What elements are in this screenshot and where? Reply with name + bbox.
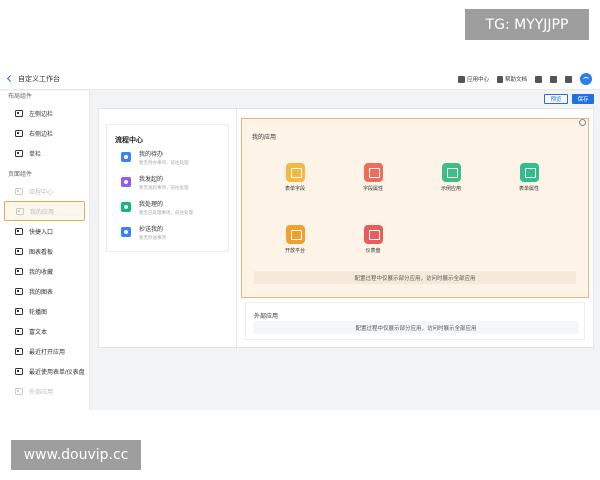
save-button[interactable]: 保存 <box>572 94 594 104</box>
sidebar-item-my-apps[interactable]: 我的应用 <box>4 201 85 221</box>
sidebar-item-single-column[interactable]: 单栏 <box>4 143 85 163</box>
app-logo-icon[interactable] <box>580 73 592 85</box>
chevron-left-icon <box>6 74 15 83</box>
right-sidebar-icon <box>15 129 23 137</box>
apps-icon <box>16 207 24 215</box>
app-tile-field-properties[interactable]: 字段属性 <box>348 163 398 192</box>
app-tile-form-fields[interactable]: 表单字段 <box>270 163 320 192</box>
column-divider <box>236 109 237 349</box>
my-apps-card[interactable]: 我的应用 表单字段 字段属性 示例应用 表单属性 开放平台 仪表盘 配置过程中仅… <box>241 118 589 298</box>
sidebar-item-process-center[interactable]: 流程中心 <box>4 181 85 201</box>
sidebar-item-chart-board[interactable]: 图表看板 <box>4 241 85 261</box>
sidebar-item-left-sidebar[interactable]: 左侧边栏 <box>4 103 85 123</box>
sidebar-item-recent-forms[interactable]: 最近使用表单/仪表盘 <box>4 361 85 381</box>
bell-icon <box>121 152 131 162</box>
preview-button[interactable]: 预览 <box>544 94 568 104</box>
favorite-icon <box>15 267 23 275</box>
external-apps-icon <box>15 387 23 395</box>
forward-icon <box>121 227 131 237</box>
carousel-icon <box>15 307 23 315</box>
my-apps-note: 配置过程中仅展示部分应用，访问时展示全部应用 <box>254 271 576 284</box>
process-item-initiated[interactable]: 我发起的 暂无发起事项，前往处理 <box>121 176 189 191</box>
recent-forms-icon <box>15 367 23 375</box>
top-actions: 应用中心 帮助文档 <box>457 73 592 85</box>
left-sidebar-icon <box>15 109 23 117</box>
field-properties-icon <box>363 163 383 182</box>
watermark-top: TG: MYYJJPP <box>465 9 589 40</box>
sidebar-item-my-charts[interactable]: 我的图表 <box>4 281 85 301</box>
sidebar-item-carousel[interactable]: 轮播图 <box>4 301 85 321</box>
process-center-title: 流程中心 <box>115 137 143 144</box>
process-item-todo[interactable]: 我的待办 暂无待办事项，前往处理 <box>121 151 189 166</box>
screen-icon[interactable] <box>565 75 572 83</box>
process-item-handled[interactable]: 我处理的 暂无已处理事项，前往处理 <box>121 201 193 216</box>
app-center-link[interactable]: 应用中心 <box>457 75 489 83</box>
help-docs-link[interactable]: 帮助文档 <box>496 75 527 83</box>
dashboard-icon <box>363 225 383 244</box>
external-apps-card[interactable]: 外部应用 配置过程中仅展示部分应用，访问时展示全部应用 <box>245 302 585 340</box>
recent-apps-icon <box>15 347 23 355</box>
app-tile-dashboard[interactable]: 仪表盘 <box>348 225 398 254</box>
sidebar-item-recent-apps[interactable]: 最近打开应用 <box>4 341 85 361</box>
rich-text-icon <box>15 327 23 335</box>
form-fields-icon <box>285 163 305 182</box>
sidebar-item-shortcuts[interactable]: 快捷入口 <box>4 221 85 241</box>
app-tile-form-properties[interactable]: 表单属性 <box>504 163 554 192</box>
sidebar-item-external-apps[interactable]: 外部应用 <box>4 381 85 401</box>
gear-icon[interactable] <box>579 119 586 126</box>
layout-section-title: 布局组件 <box>8 94 33 100</box>
sidebar-item-favorites[interactable]: 我的收藏 <box>4 261 85 281</box>
component-sidebar: 布局组件 左侧边栏 右侧边栏 单栏 页面组件 流程中心 我的应用 快捷入口 图表 <box>0 91 90 410</box>
single-column-icon <box>15 149 23 157</box>
document-icon <box>496 75 503 83</box>
process-center-card[interactable]: 流程中心 我的待办 暂无待办事项，前往处理 我发起的 暂无发起事项，前往处理 我… <box>106 124 229 252</box>
send-icon <box>121 177 131 187</box>
users-icon <box>441 163 461 182</box>
external-apps-title: 外部应用 <box>254 314 279 320</box>
shortcut-icon <box>15 227 23 235</box>
chart-board-icon <box>15 247 23 255</box>
external-apps-note: 配置过程中仅展示部分应用，访问时展示全部应用 <box>254 321 578 334</box>
check-icon <box>121 202 131 212</box>
back-button[interactable]: 自定义工作台 <box>6 74 60 84</box>
process-item-cc[interactable]: 抄送我的 暂无抄送事项 <box>121 226 166 241</box>
app-tile-open-platform[interactable]: 开放平台 <box>270 225 320 254</box>
sidebar-item-rich-text[interactable]: 富文本 <box>4 321 85 341</box>
user-icon[interactable] <box>535 75 542 83</box>
form-properties-icon <box>519 163 539 182</box>
briefcase-icon <box>285 225 305 244</box>
watermark-bottom: www.douvip.cc <box>11 440 141 470</box>
my-apps-title: 我的应用 <box>252 135 277 141</box>
chart-icon <box>15 287 23 295</box>
process-icon <box>15 187 23 195</box>
app-tile-sample-app[interactable]: 示例应用 <box>426 163 476 192</box>
sidebar-item-right-sidebar[interactable]: 右侧边栏 <box>4 123 85 143</box>
page-title: 自定义工作台 <box>18 75 60 83</box>
top-bar: 自定义工作台 应用中心 帮助文档 <box>0 68 600 90</box>
grid-icon <box>457 75 465 83</box>
page-section-title: 页面组件 <box>8 172 33 178</box>
message-icon[interactable] <box>550 75 557 83</box>
